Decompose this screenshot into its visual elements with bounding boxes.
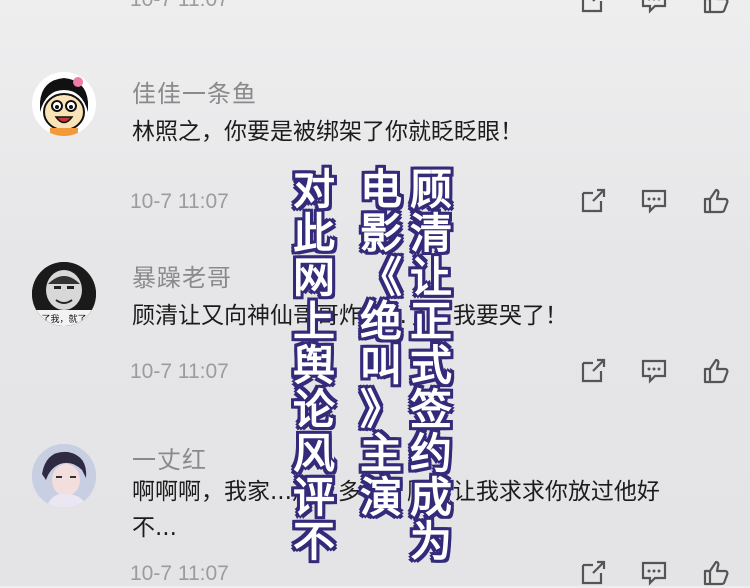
cartoon-girl-avatar[interactable] bbox=[32, 72, 96, 136]
like-button[interactable] bbox=[700, 186, 732, 216]
like-button[interactable] bbox=[700, 0, 732, 16]
reply-button[interactable] bbox=[638, 558, 670, 588]
overlay-char: 为 bbox=[410, 517, 453, 566]
overlay-char: 此 bbox=[293, 209, 336, 258]
comment-time: 10-7 11:07 bbox=[130, 0, 229, 12]
overlay-char: 》 bbox=[360, 385, 403, 434]
comment-username[interactable]: 一丈红 bbox=[132, 440, 207, 475]
overlay-char: 让 bbox=[410, 253, 453, 302]
share-icon bbox=[581, 0, 603, 13]
comment-text: 林照之，你要是被绑架了你就眨眨眼！ bbox=[132, 119, 523, 145]
reply-button[interactable] bbox=[638, 356, 670, 386]
comment-time: 10-7 11:07 bbox=[130, 562, 229, 585]
overlay-char: 叫 bbox=[360, 341, 403, 390]
overlay-char: 影 bbox=[360, 209, 403, 258]
overlay-char: 评 bbox=[293, 473, 336, 522]
overlay-char: 主 bbox=[360, 429, 403, 478]
overlay-caption-right: 顾清让正式签约成为 bbox=[410, 168, 452, 564]
comment-username[interactable]: 佳佳一条鱼 bbox=[132, 74, 257, 109]
overlay-char: 《 bbox=[360, 253, 403, 302]
thumbs-up-icon bbox=[703, 560, 729, 586]
overlay-char: 风 bbox=[293, 429, 336, 478]
comment-icon bbox=[641, 359, 667, 384]
thumbs-up-icon bbox=[703, 188, 729, 214]
overlay-char: 签 bbox=[410, 385, 453, 434]
comment-icon bbox=[641, 189, 667, 214]
comment-feed: 10-7 11:07 佳佳一条鱼 bbox=[0, 0, 750, 586]
share-button[interactable] bbox=[577, 558, 609, 588]
overlay-char: 网 bbox=[293, 253, 336, 302]
overlay-char: 清 bbox=[410, 209, 453, 258]
overlay-char: 成 bbox=[410, 473, 453, 522]
share-icon bbox=[581, 188, 606, 213]
thumbs-up-icon bbox=[703, 0, 729, 14]
share-button[interactable] bbox=[577, 356, 609, 386]
share-button[interactable] bbox=[577, 186, 609, 216]
overlay-char: 不 bbox=[293, 517, 336, 566]
reply-button[interactable] bbox=[638, 0, 670, 16]
overlay-char: 演 bbox=[360, 473, 403, 522]
like-button[interactable] bbox=[700, 356, 732, 386]
overlay-char: 约 bbox=[410, 429, 453, 478]
anime-boy-avatar[interactable] bbox=[32, 444, 96, 508]
meme-face-avatar[interactable]: 了我，就了 bbox=[32, 262, 96, 326]
thumbs-up-icon bbox=[703, 358, 729, 384]
comment-time: 10-7 11:07 bbox=[130, 360, 229, 383]
svg-text:了我，就了: 了我，就了 bbox=[41, 313, 86, 325]
like-button[interactable] bbox=[700, 558, 732, 588]
share-button[interactable] bbox=[577, 0, 609, 16]
overlay-char: 舆 bbox=[293, 341, 336, 390]
comment-time: 10-7 11:07 bbox=[130, 190, 229, 213]
overlay-char: 电 bbox=[360, 165, 403, 214]
overlay-char: 正 bbox=[410, 297, 453, 346]
share-icon bbox=[581, 560, 606, 585]
overlay-char: 绝 bbox=[360, 297, 403, 346]
overlay-char: 式 bbox=[410, 341, 453, 390]
share-icon bbox=[581, 358, 606, 383]
comment-icon bbox=[641, 561, 667, 586]
overlay-caption-middle: 电影《绝叫》主演 bbox=[360, 168, 402, 520]
overlay-caption-left: 对此网上舆论风评不 bbox=[293, 168, 335, 564]
overlay-char: 上 bbox=[293, 297, 336, 346]
comment-icon bbox=[641, 0, 667, 14]
overlay-char: 对 bbox=[293, 165, 336, 214]
comment-item: 10-7 11:07 bbox=[0, 0, 750, 28]
comment-username[interactable]: 暴躁老哥 bbox=[132, 258, 232, 293]
overlay-char: 顾 bbox=[410, 165, 453, 214]
reply-button[interactable] bbox=[638, 186, 670, 216]
overlay-char: 论 bbox=[293, 385, 336, 434]
